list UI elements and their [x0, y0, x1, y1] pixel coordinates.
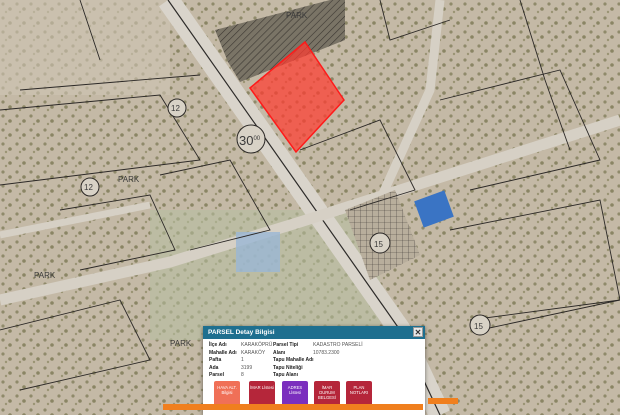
popup-title: PARSEL Detay Bilgisi [208, 329, 275, 336]
zone-label: 12 [84, 183, 93, 192]
bottom-toolbar-tab[interactable] [428, 398, 458, 404]
zone-label: 15 [474, 322, 483, 331]
park-label: PARK [118, 175, 140, 184]
field-label: Parsel Tipi [273, 342, 299, 348]
building-roof [236, 232, 280, 272]
field-value: 8 [241, 372, 244, 378]
field-label: Pafta [209, 357, 222, 363]
field-value: KADASTRO PARSELİ [313, 342, 363, 348]
field-value: 10783.2300 [313, 349, 340, 356]
field-label: İlçe Adı [209, 342, 227, 348]
field-label: Mahalle Adı [209, 349, 237, 356]
field-value: 1 [241, 357, 244, 363]
field-label: Alanı [273, 349, 286, 356]
parcel-detail-popup: PARSEL Detay Bilgisi ✕ İlçe Adı KARAKÖPRÜ… [203, 326, 425, 415]
zone-label: 12 [171, 104, 180, 113]
field-label: Parsel [209, 372, 225, 378]
field-label: Tapu Niteliği [273, 364, 303, 371]
field-label: Tapu Mahalle Adı [273, 357, 314, 363]
bottom-toolbar [163, 404, 423, 410]
field-label: Ada [209, 364, 219, 371]
field-label: Tapu Alanı [273, 372, 298, 378]
park-label: PARK [34, 271, 56, 280]
close-button[interactable]: ✕ [413, 327, 423, 337]
parcel-info-table: İlçe Adı KARAKÖPRÜ Parsel Tipi KADASTRO PAR… [203, 342, 425, 380]
field-value: 3199 [241, 364, 253, 371]
field-value: KARAKÖPRÜ [241, 342, 273, 348]
park-label: PARK [170, 339, 192, 348]
popup-titlebar: PARSEL Detay Bilgisi ✕ [203, 326, 425, 339]
zone-label: 15 [374, 240, 383, 249]
park-label: PARK [286, 11, 308, 20]
field-value: KARAKÖY [241, 349, 266, 356]
